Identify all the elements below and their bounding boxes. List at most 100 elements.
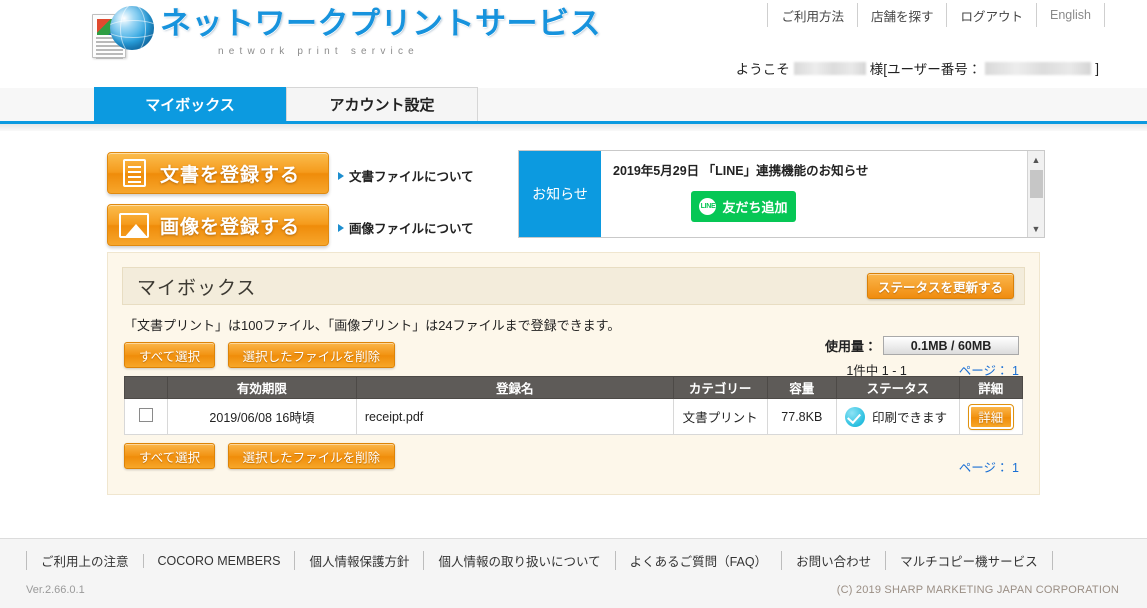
- refresh-status-button[interactable]: ステータスを更新する: [866, 273, 1014, 299]
- site-logo[interactable]: ネットワークプリントサービス network print service: [92, 6, 601, 62]
- row-checkbox[interactable]: [138, 408, 153, 422]
- line-add-friend-button[interactable]: LINE 友だち追加: [691, 191, 796, 222]
- row-detail-button[interactable]: 詳細: [967, 403, 1014, 430]
- topnav-item-english[interactable]: English: [1036, 3, 1105, 27]
- register-image-button[interactable]: 画像を登録する: [107, 204, 329, 246]
- pagination-top: ページ： 1: [959, 360, 1019, 379]
- status-badge: 印刷できます: [872, 411, 948, 425]
- welcome-user-number-prefix: 様[ユーザー番号：: [869, 62, 982, 77]
- row-detail-cell: 詳細: [958, 398, 1024, 435]
- footer-link-faq[interactable]: よくあるご質問（FAQ）: [614, 551, 782, 570]
- column-header-select: [124, 376, 168, 399]
- notice-label: お知らせ: [519, 151, 601, 237]
- line-add-friend-label: 友だち追加: [722, 200, 788, 215]
- column-header-name: 登録名: [355, 376, 674, 399]
- status-check-icon: [845, 406, 866, 427]
- page-label-bottom: ページ：: [958, 461, 1009, 475]
- page-number-top[interactable]: 1: [1012, 364, 1019, 378]
- image-icon: [108, 212, 160, 238]
- file-list-table: 有効期限 登録名 カテゴリー 容量 ステータス 詳細 2019/06/08 16…: [124, 376, 1024, 435]
- row-expiry: 2019/06/08 16時頃: [166, 398, 357, 435]
- mybox-panel: マイボックス ステータスを更新する 「文書プリント」は100ファイル、「画像プリ…: [107, 252, 1040, 495]
- logo-subtitle: network print service: [218, 45, 419, 57]
- footer-link-contact[interactable]: お問い合わせ: [781, 551, 885, 570]
- about-image-files-label: 画像ファイルについて: [349, 222, 474, 236]
- column-header-status: ステータス: [836, 376, 960, 399]
- topnav-item-how-to-use[interactable]: ご利用方法: [767, 3, 857, 27]
- footer-link-privacy-policy[interactable]: 個人情報保護方針: [294, 551, 423, 570]
- column-header-size: 容量: [766, 376, 838, 399]
- tab-account-settings[interactable]: アカウント設定: [286, 87, 478, 121]
- logo-text-block: ネットワークプリントサービス network print service: [160, 6, 601, 57]
- footer-links: ご利用上の注意 COCORO MEMBERS 個人情報保護方針 個人情報の取り扱…: [0, 539, 1147, 570]
- row-select-cell: [124, 398, 168, 435]
- delete-selected-button-top[interactable]: 選択したファイルを削除: [227, 342, 396, 368]
- top-actions-row: すべて選択 選択したファイルを削除 使用量： 0.1MB / 60MB 1件中 …: [124, 336, 1039, 378]
- tab-mybox[interactable]: マイボックス: [94, 87, 286, 121]
- register-document-button[interactable]: 文書を登録する: [107, 152, 329, 194]
- usage-line: 使用量： 0.1MB / 60MB: [825, 336, 1019, 355]
- register-image-label: 画像を登録する: [160, 216, 301, 238]
- column-header-category: カテゴリー: [672, 376, 768, 399]
- site-header: ネットワークプリントサービス network print service ご利用…: [0, 0, 1147, 88]
- about-document-files-label: 文書ファイルについて: [349, 170, 474, 184]
- notice-body: 2019年5月29日 「LINE」連携機能のお知らせ LINE 友だち追加 ▲ …: [601, 151, 1044, 237]
- topnav-item-find-store[interactable]: 店舗を探す: [856, 3, 947, 27]
- page-root: ネットワークプリントサービス network print service ご利用…: [0, 0, 1147, 608]
- row-category: 文書プリント: [672, 398, 768, 435]
- scroll-down-icon[interactable]: ▼: [1028, 220, 1045, 237]
- welcome-suffix: ]: [1095, 60, 1099, 76]
- notice-panel: お知らせ 2019年5月29日 「LINE」連携機能のお知らせ LINE 友だち…: [518, 150, 1045, 238]
- file-limit-note: 「文書プリント」は100ファイル、「画像プリント」は24ファイルまで登録できます…: [124, 318, 621, 333]
- line-logo-icon: LINE: [699, 198, 717, 215]
- scroll-up-icon[interactable]: ▲: [1028, 151, 1045, 168]
- page-number-bottom[interactable]: 1: [1012, 461, 1019, 475]
- copyright-label: (C) 2019 SHARP MARKETING JAPAN CORPORATI…: [836, 584, 1119, 596]
- usage-value: 0.1MB / 60MB: [883, 336, 1019, 355]
- footer-link-multicopy-service[interactable]: マルチコピー機サービス: [885, 551, 1053, 570]
- footer-link-cocoro-members[interactable]: COCORO MEMBERS: [142, 553, 295, 568]
- result-count: 1件中 1 - 1: [846, 364, 907, 378]
- footer-meta: Ver.2.66.0.1 (C) 2019 SHARP MARKETING JA…: [0, 570, 1147, 596]
- notice-text[interactable]: 2019年5月29日 「LINE」連携機能のお知らせ: [613, 160, 1032, 179]
- page-label-top: ページ：: [958, 364, 1009, 378]
- footer-link-personal-info-handling[interactable]: 個人情報の取り扱いについて: [423, 551, 614, 570]
- site-footer: ご利用上の注意 COCORO MEMBERS 個人情報保護方針 個人情報の取り扱…: [0, 538, 1147, 608]
- about-image-files-link[interactable]: 画像ファイルについて: [338, 218, 474, 237]
- about-document-files-link[interactable]: 文書ファイルについて: [338, 166, 474, 185]
- row-file-name: receipt.pdf: [355, 398, 674, 435]
- mybox-header: マイボックス ステータスを更新する: [122, 267, 1025, 305]
- logo-title: ネットワークプリントサービス: [160, 6, 601, 41]
- page-title: マイボックス: [137, 277, 257, 299]
- logo-globe-document-icon: [92, 6, 154, 62]
- redacted-user-number: [985, 61, 1092, 75]
- table-row: 2019/06/08 16時頃 receipt.pdf 文書プリント 77.8K…: [124, 398, 1024, 435]
- globe-icon: [110, 6, 154, 50]
- footer-link-usage-notes[interactable]: ご利用上の注意: [26, 551, 143, 570]
- welcome-message: ようこそ 様[ユーザー番号： ]: [736, 58, 1099, 78]
- count-and-pagination: 1件中 1 - 1 ページ： 1: [825, 360, 1019, 379]
- notice-scrollbar[interactable]: ▲ ▼: [1027, 151, 1044, 237]
- table-header-row: 有効期限 登録名 カテゴリー 容量 ステータス 詳細: [124, 376, 1024, 399]
- document-icon: [108, 159, 160, 187]
- column-header-detail: 詳細: [958, 376, 1024, 399]
- row-status-cell: 印刷できます: [836, 398, 960, 435]
- bottom-actions-row: すべて選択 選択したファイルを削除 ページ： 1: [124, 443, 1039, 476]
- chevron-right-icon: [338, 171, 344, 180]
- chevron-right-icon: [338, 223, 344, 232]
- welcome-greeting: ようこそ: [735, 62, 790, 77]
- row-size: 77.8KB: [766, 398, 838, 435]
- tabbar-shadow: [0, 124, 1147, 131]
- version-label: Ver.2.66.0.1: [26, 584, 85, 596]
- delete-selected-button-bottom[interactable]: 選択したファイルを削除: [227, 443, 396, 469]
- usage-summary: 使用量： 0.1MB / 60MB 1件中 1 - 1 ページ： 1: [825, 336, 1019, 379]
- pagination-bottom: ページ： 1: [959, 457, 1019, 476]
- top-navigation: ご利用方法 店舗を探す ログアウト English: [767, 3, 1105, 27]
- scrollbar-thumb[interactable]: [1030, 170, 1043, 198]
- topnav-item-logout[interactable]: ログアウト: [946, 3, 1036, 27]
- redacted-user-name: [793, 61, 866, 75]
- select-all-button-bottom[interactable]: すべて選択: [124, 443, 216, 469]
- usage-label: 使用量：: [824, 339, 877, 354]
- select-all-button-top[interactable]: すべて選択: [124, 342, 216, 368]
- main-tabbar: マイボックス アカウント設定: [0, 87, 1147, 124]
